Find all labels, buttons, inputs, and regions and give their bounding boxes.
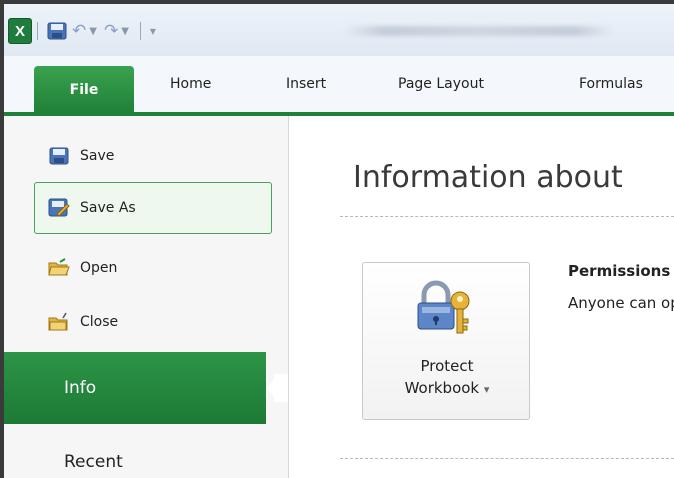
nav-item-recent[interactable]: Recent [64, 452, 123, 472]
customize-qat-icon[interactable]: ▾ [150, 19, 156, 43]
protect-label-line2: Workbook ▾ [404, 379, 490, 397]
tab-file[interactable]: File [34, 66, 134, 114]
selected-pointer-icon [266, 374, 280, 402]
divider-2 [340, 458, 674, 459]
qat-separator [37, 22, 38, 40]
open-folder-icon [48, 258, 70, 278]
nav-item-info[interactable]: Info [4, 352, 266, 424]
tab-home[interactable]: Home [170, 64, 211, 104]
nav-item-label: Save As [80, 200, 136, 216]
redo-icon[interactable]: ↷ [104, 19, 118, 43]
protect-label-line1: Protect [420, 357, 474, 375]
undo-dropdown-icon[interactable]: ▼ [89, 19, 97, 43]
close-folder-icon [48, 312, 70, 332]
save-icon[interactable] [43, 19, 71, 43]
nav-item-save[interactable]: Save [30, 138, 114, 174]
dropdown-arrow-icon: ▾ [483, 383, 490, 396]
save-as-icon [48, 198, 70, 218]
nav-item-label: Save [80, 148, 115, 164]
nav-item-label: Close [80, 314, 119, 330]
tab-formulas[interactable]: Formulas [579, 64, 643, 104]
save-icon [48, 146, 70, 166]
permissions-title: Permissions [568, 262, 671, 280]
excel-icon[interactable]: X [8, 18, 32, 44]
lock-key-icon [414, 279, 474, 337]
nav-item-label: Open [80, 260, 118, 276]
nav-item-open[interactable]: Open [30, 250, 117, 286]
qat-separator-2 [139, 22, 141, 40]
permissions-description: Anyone can open, copy, and change any pa… [568, 294, 674, 312]
nav-item-save-as[interactable]: Save As [34, 182, 272, 234]
page-title: Information about [353, 160, 623, 195]
protect-workbook-button[interactable]: Protect Workbook ▾ [362, 262, 530, 420]
protect-workbook-label: Protect Workbook ▾ [363, 355, 531, 401]
divider [340, 216, 674, 217]
nav-item-close[interactable]: Close [30, 304, 118, 340]
tab-page-layout[interactable]: Page Layout [398, 64, 484, 104]
undo-icon[interactable]: ↶ [72, 19, 86, 43]
redo-dropdown-icon[interactable]: ▼ [121, 19, 129, 43]
tab-insert[interactable]: Insert [286, 64, 326, 104]
title-bar: X ↶ ▼ ↷ ▼ ▾ [4, 4, 674, 56]
window-title-blurred [344, 26, 614, 36]
quick-access-toolbar: X ↶ ▼ ↷ ▼ ▾ [8, 18, 156, 44]
